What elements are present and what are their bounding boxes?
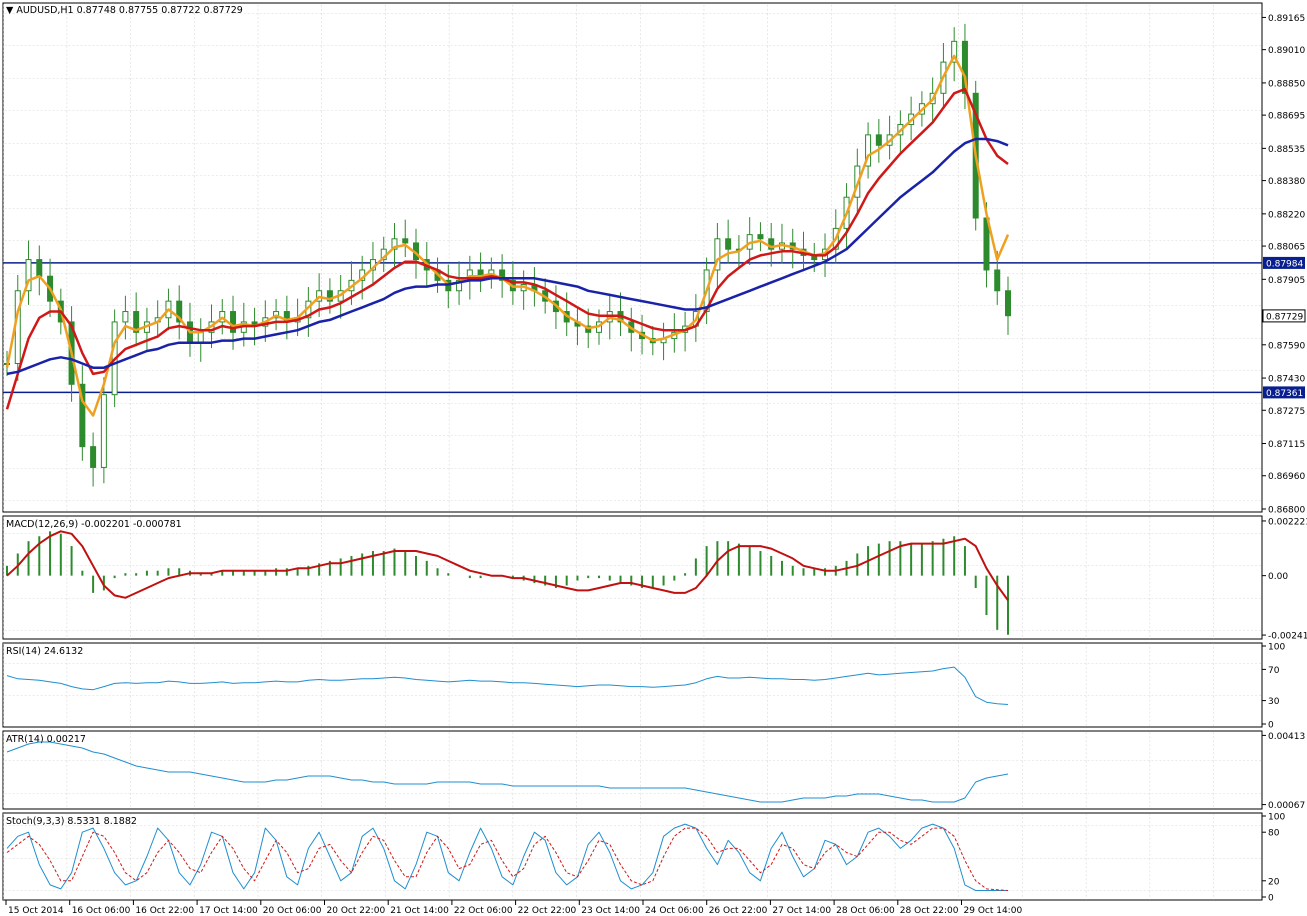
tick-label: -0.002412 <box>1268 632 1307 642</box>
tick-label: 0.00 <box>1268 572 1288 582</box>
candle-body <box>1005 290 1011 317</box>
x-tick-label: 21 Oct 14:00 <box>390 906 449 916</box>
candle-body <box>875 134 882 146</box>
x-tick-label: 28 Oct 06:00 <box>836 906 895 916</box>
panel-frames <box>2 2 1263 901</box>
level-label: 0.87361 <box>1266 389 1303 399</box>
candle-body <box>100 394 107 468</box>
tick-label: 80 <box>1268 829 1280 839</box>
tick-label: 0.86960 <box>1268 472 1305 482</box>
level-label: 0.87984 <box>1266 259 1303 269</box>
tick-label: 0.88065 <box>1268 243 1305 253</box>
tick-label: 0.00067 <box>1268 801 1305 811</box>
tick-label: 0.86800 <box>1268 506 1305 516</box>
x-tick-label: 28 Oct 22:00 <box>900 906 959 916</box>
tick-label: 0.87905 <box>1268 276 1305 286</box>
tick-label: 0.88220 <box>1268 210 1305 220</box>
price-title: ▼ AUDUSD,H1 0.87748 0.87755 0.87722 0.87… <box>6 5 243 16</box>
grid-atr <box>3 731 1262 809</box>
rsi-title: RSI(14) 24.6132 <box>6 646 83 657</box>
time-axis: 15 Oct 2014 16 Oct 06:00 16 Oct 22:00 17 Oc… <box>5 900 1023 916</box>
grid-stoch <box>3 813 1262 900</box>
candle-body <box>994 269 1001 292</box>
x-tick-label: 27 Oct 14:00 <box>772 906 831 916</box>
tick-label: 100 <box>1268 813 1285 823</box>
candle-body <box>197 331 204 344</box>
candle-body <box>90 446 97 468</box>
last-price-label: 0.87729 <box>1266 312 1303 322</box>
tick-label: 0.002221 <box>1268 517 1307 527</box>
stoch-title: Stoch(9,3,3) 8.5331 8.1882 <box>6 816 137 827</box>
x-tick-label: 15 Oct 2014 <box>8 906 64 916</box>
tick-label: 0.88850 <box>1268 79 1305 89</box>
x-tick-label: 26 Oct 22:00 <box>709 906 768 916</box>
x-tick-label: 16 Oct 06:00 <box>72 906 131 916</box>
tick-label: 100 <box>1268 643 1285 653</box>
candle-body <box>725 238 732 250</box>
tick-label: 0.00413 <box>1268 732 1305 742</box>
candle-body <box>402 238 409 244</box>
tick-label: 0.87430 <box>1268 375 1305 385</box>
tick-label: 0.88380 <box>1268 177 1305 187</box>
tick-label: 0 <box>1268 721 1274 731</box>
x-tick-label: 22 Oct 06:00 <box>454 906 513 916</box>
x-tick-label: 23 Oct 14:00 <box>581 906 640 916</box>
tick-label: 0.88535 <box>1268 145 1305 155</box>
tick-label: 0.87275 <box>1268 407 1305 417</box>
x-tick-label: 17 Oct 14:00 <box>199 906 258 916</box>
x-tick-label: 20 Oct 06:00 <box>263 906 322 916</box>
candle-body <box>122 311 129 323</box>
tick-label: 20 <box>1268 877 1280 887</box>
grid-price <box>3 3 1262 512</box>
x-tick-label: 16 Oct 22:00 <box>135 906 194 916</box>
tick-label: 70 <box>1268 666 1280 676</box>
grid-rsi <box>3 643 1262 727</box>
x-tick-label: 22 Oct 22:00 <box>518 906 577 916</box>
x-tick-label: 20 Oct 22:00 <box>327 906 386 916</box>
macd-title: MACD(12,26,9) -0.002201 -0.000781 <box>6 519 182 530</box>
candle-body <box>36 259 43 277</box>
grid-macd <box>3 516 1262 639</box>
tick-label: 0.89165 <box>1268 14 1305 24</box>
tick-label: 0.87590 <box>1268 341 1305 351</box>
tick-label: 0.89010 <box>1268 46 1305 56</box>
x-tick-label: 24 Oct 06:00 <box>645 906 704 916</box>
trading-chart: 0.87984 0.87361 0.89165 0.89010 0.88850 0.88… <box>2 2 1307 916</box>
tick-label: 0.87115 <box>1268 440 1305 450</box>
tick-label: 0 <box>1268 894 1274 904</box>
tick-label: 30 <box>1268 697 1280 707</box>
atr-title: ATR(14) 0.00217 <box>6 734 86 745</box>
candle-body <box>757 234 764 240</box>
tick-label: 0.88695 <box>1268 112 1305 122</box>
x-tick-label: 29 Oct 14:00 <box>964 906 1023 916</box>
